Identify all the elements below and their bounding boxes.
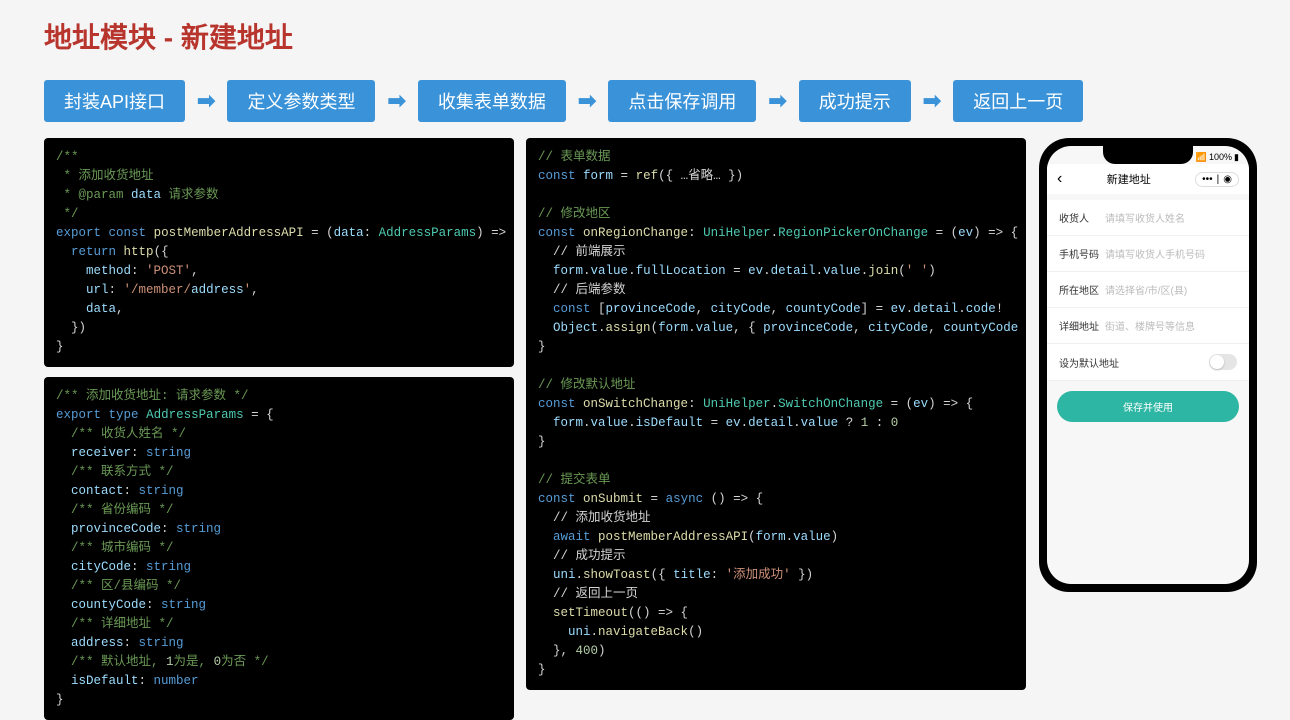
battery-text: 100%: [1209, 152, 1232, 162]
menu-icon[interactable]: •••: [1202, 174, 1213, 185]
placeholder-address: 街道、楼牌号等信息: [1105, 318, 1237, 333]
phone-page-title: 新建地址: [1107, 171, 1151, 187]
phone-header: ‹ 新建地址 ••• | ◉: [1047, 164, 1249, 194]
code-logic-block: // 表单数据 const form = ref({ …省略… }) // 修改…: [526, 138, 1026, 690]
placeholder-contact: 请填写收货人手机号码: [1105, 246, 1237, 261]
label-default: 设为默认地址: [1059, 355, 1119, 370]
miniprogram-capsule[interactable]: ••• | ◉: [1195, 172, 1239, 187]
label-address: 详细地址: [1059, 318, 1105, 333]
label-contact: 手机号码: [1059, 246, 1105, 261]
step-5: 成功提示: [799, 80, 911, 122]
arrow-icon: ➡: [387, 88, 405, 114]
step-6: 返回上一页: [953, 80, 1083, 122]
arrow-icon: ➡: [578, 88, 596, 114]
target-icon[interactable]: ◉: [1223, 174, 1232, 185]
phone-notch: [1103, 146, 1193, 164]
phone-mockup: 📶 100% ▮ ‹ 新建地址 ••• | ◉ 收货人 请填: [1039, 138, 1257, 592]
step-1: 封装API接口: [44, 80, 185, 122]
code-types-block: /** 添加收货地址: 请求参数 */ export type AddressP…: [44, 377, 514, 720]
address-form: 收货人 请填写收货人姓名 手机号码 请填写收货人手机号码 所在地区 请选择省/市…: [1047, 200, 1249, 381]
placeholder-receiver: 请填写收货人姓名: [1105, 210, 1237, 225]
default-switch[interactable]: [1209, 354, 1237, 370]
arrow-icon: ➡: [197, 88, 215, 114]
form-row-receiver[interactable]: 收货人 请填写收货人姓名: [1047, 200, 1249, 236]
save-button[interactable]: 保存并使用: [1057, 391, 1239, 422]
arrow-icon: ➡: [768, 88, 786, 114]
label-region: 所在地区: [1059, 282, 1105, 297]
back-icon[interactable]: ‹: [1057, 170, 1062, 188]
label-receiver: 收货人: [1059, 210, 1105, 225]
step-4: 点击保存调用: [608, 80, 756, 122]
form-row-contact[interactable]: 手机号码 请填写收货人手机号码: [1047, 236, 1249, 272]
battery-icon: ▮: [1234, 152, 1239, 163]
form-row-address[interactable]: 详细地址 街道、楼牌号等信息: [1047, 308, 1249, 344]
placeholder-region: 请选择省/市/区(县): [1105, 282, 1237, 297]
step-3: 收集表单数据: [418, 80, 566, 122]
form-row-region[interactable]: 所在地区 请选择省/市/区(县): [1047, 272, 1249, 308]
page-title: 地址模块 - 新建地址: [44, 16, 1246, 56]
arrow-icon: ➡: [923, 88, 941, 114]
form-row-default[interactable]: 设为默认地址: [1047, 344, 1249, 381]
code-api-block: /** * 添加收货地址 * @param data 请求参数 */ expor…: [44, 138, 514, 367]
step-2: 定义参数类型: [227, 80, 375, 122]
signal-icon: 📶: [1196, 152, 1207, 163]
steps-flow: 封装API接口 ➡ 定义参数类型 ➡ 收集表单数据 ➡ 点击保存调用 ➡ 成功提…: [44, 80, 1246, 122]
